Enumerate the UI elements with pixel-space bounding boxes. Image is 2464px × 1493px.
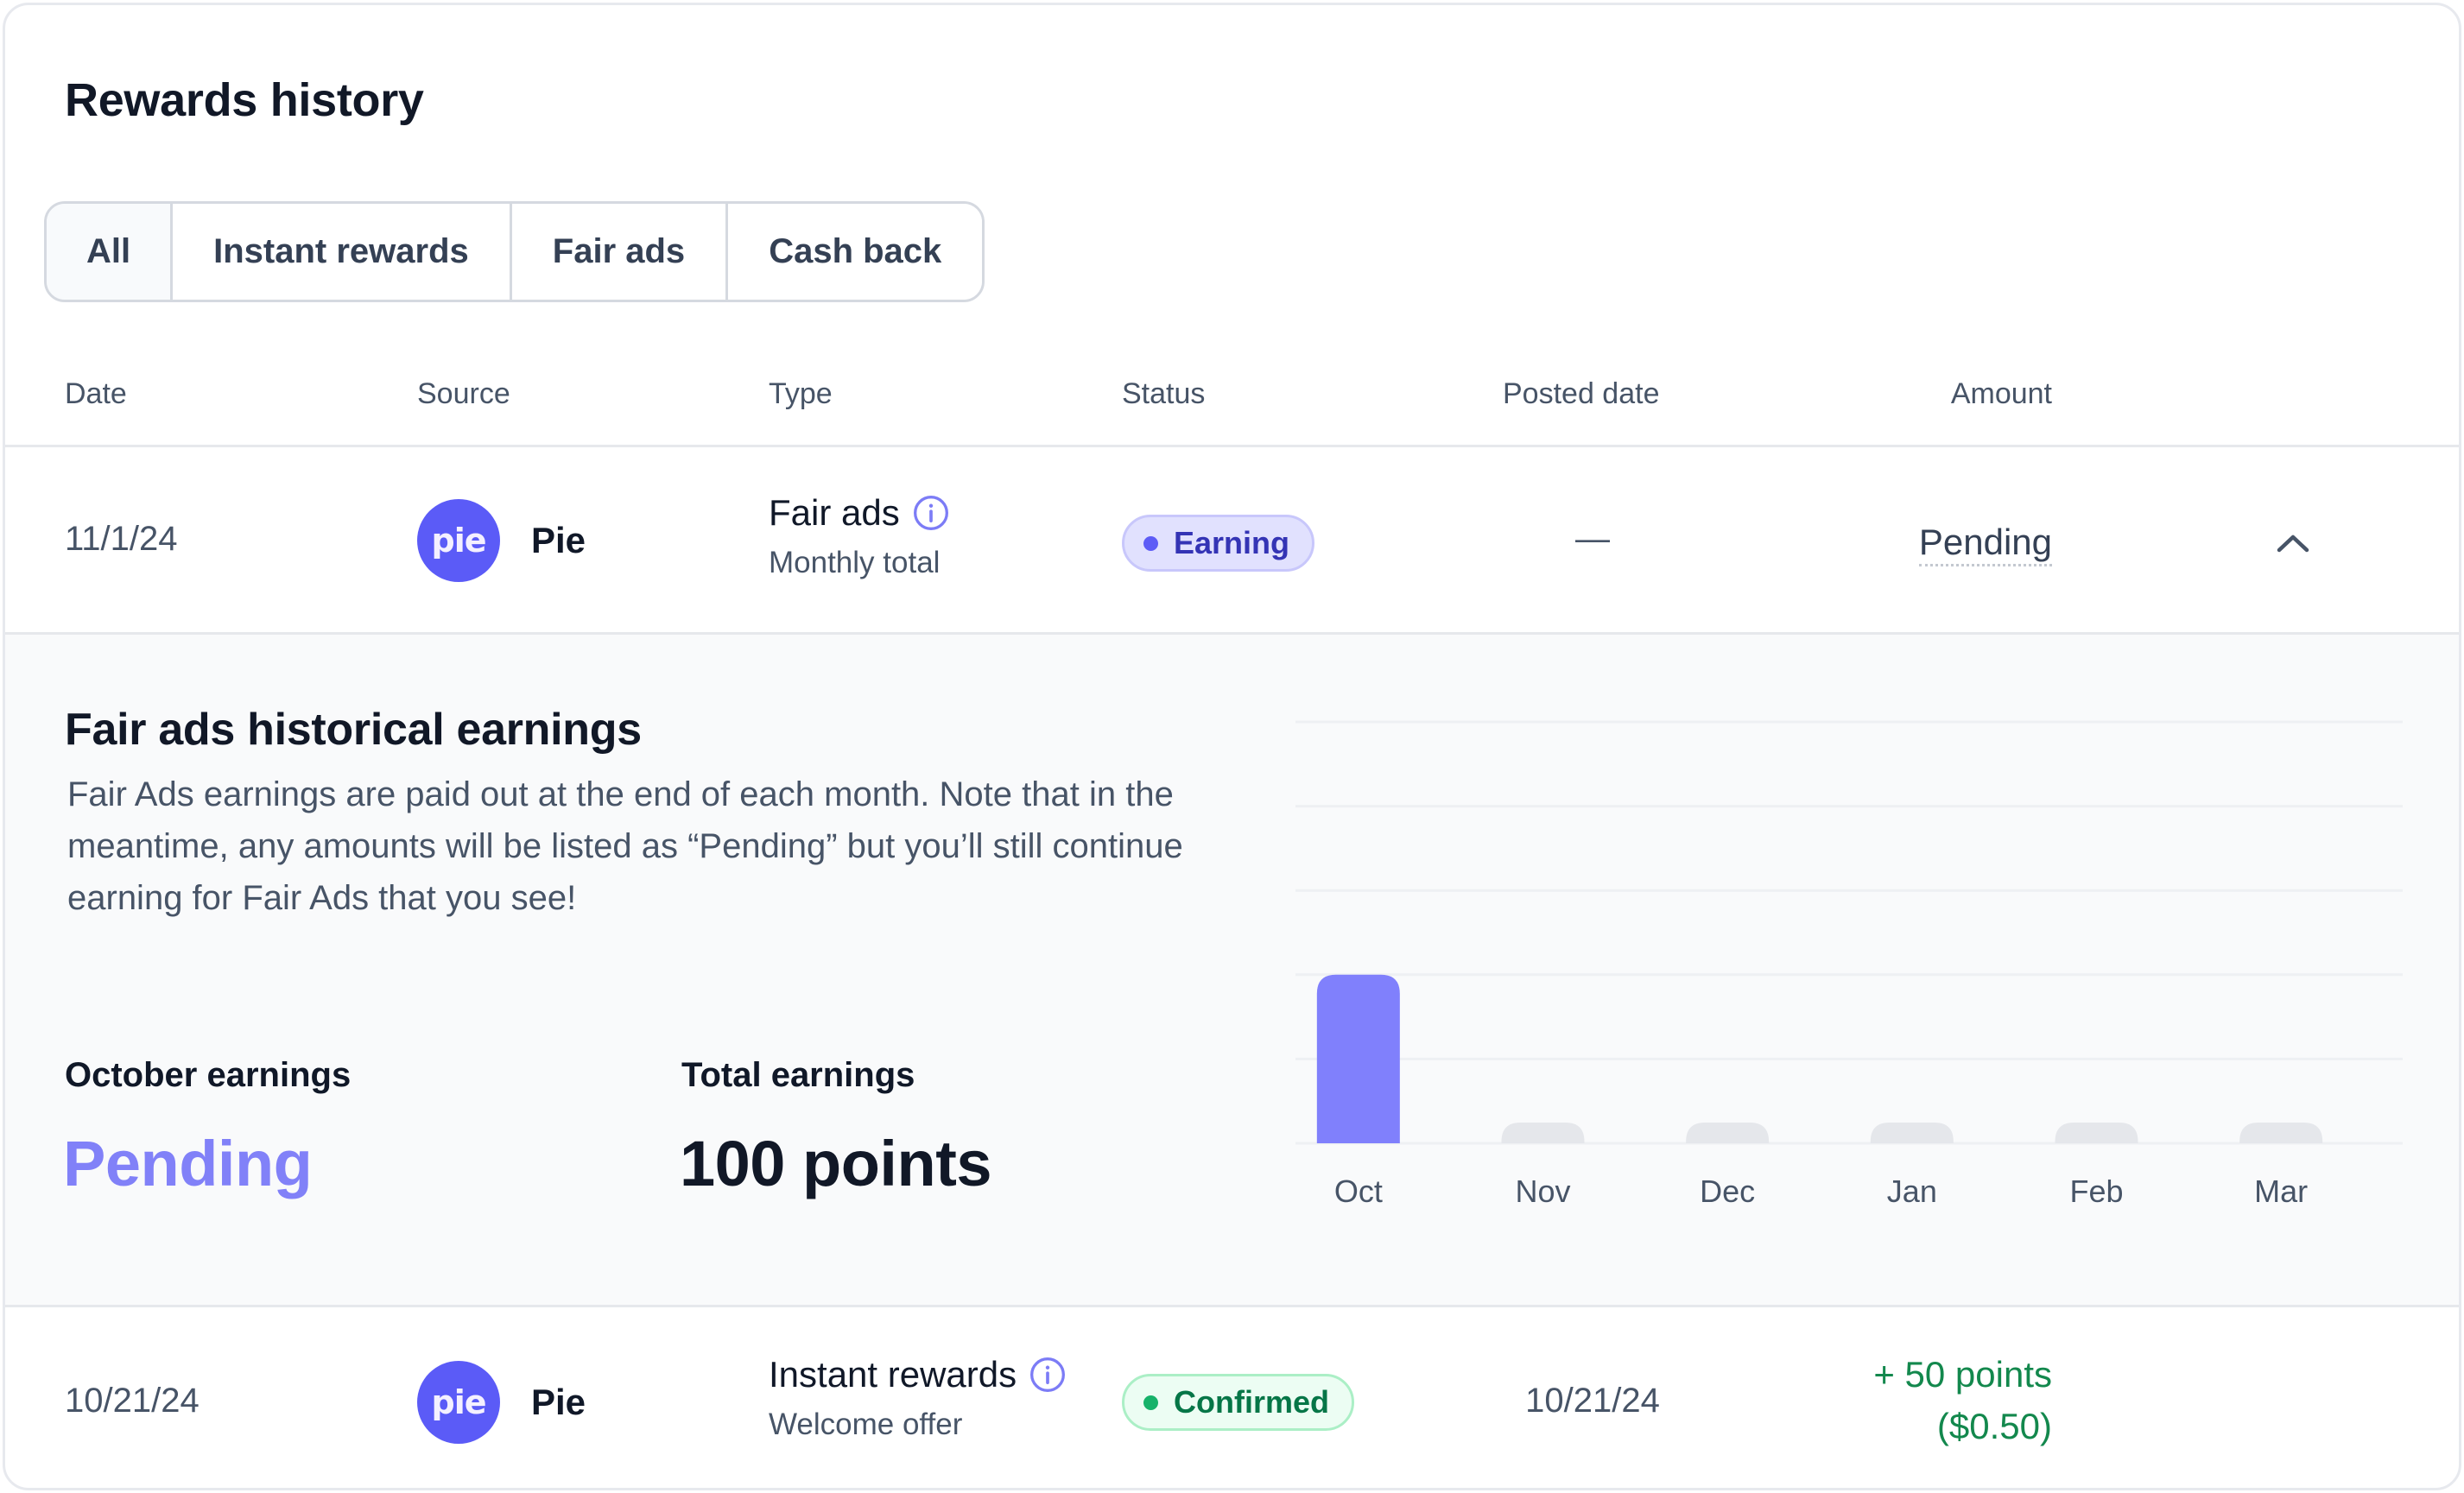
row-posted-date: — <box>1575 520 1610 558</box>
pie-logo-icon: pie <box>417 1361 500 1444</box>
tab-instant-rewards[interactable]: Instant rewards <box>173 204 512 300</box>
status-dot-icon <box>1143 1395 1158 1410</box>
info-icon[interactable] <box>1029 1356 1067 1394</box>
info-icon[interactable] <box>912 494 950 532</box>
row-status: Earning <box>1122 515 1315 572</box>
amount-dollars: ($0.50) <box>1936 1406 2052 1446</box>
column-header-posted-date: Posted date <box>1503 377 1660 410</box>
column-header-date: Date <box>65 377 127 410</box>
total-earnings-label: Total earnings <box>681 1056 915 1094</box>
row-type: Instant rewards Welcome offer <box>769 1352 1067 1444</box>
panel-title: Fair ads historical earnings <box>65 705 642 755</box>
column-header-source: Source <box>417 377 510 410</box>
status-badge: Earning <box>1122 515 1315 572</box>
status-dot-icon <box>1143 535 1158 551</box>
row-source: pie Pie <box>417 499 586 582</box>
chart-bar-placeholder-dec[interactable] <box>1686 1123 1770 1143</box>
column-header-amount: Amount <box>1950 377 2052 410</box>
chevron-up-icon[interactable] <box>2276 533 2310 554</box>
chart-bar-placeholder-jan[interactable] <box>1870 1123 1954 1143</box>
chart-x-label: Nov <box>1515 1174 1570 1209</box>
chart-x-label: Dec <box>1700 1174 1755 1209</box>
column-header-type: Type <box>769 377 833 410</box>
row-amount[interactable]: Pending <box>1707 516 2052 568</box>
chart-x-label: Oct <box>1334 1174 1383 1209</box>
type-sublabel: Monthly total <box>769 546 941 579</box>
row-posted-date: 10/21/24 <box>1525 1382 1660 1420</box>
pie-logo-icon: pie <box>417 499 500 582</box>
row-date: 11/1/24 <box>65 520 178 558</box>
chart-x-label: Feb <box>2069 1174 2123 1209</box>
type-label: Instant rewards <box>769 1354 1017 1395</box>
tab-cash-back[interactable]: Cash back <box>728 204 983 300</box>
status-badge: Confirmed <box>1122 1374 1354 1431</box>
filter-tabs: All Instant rewards Fair ads Cash back <box>44 201 985 302</box>
october-earnings-value: Pending <box>63 1128 313 1199</box>
row-source: pie Pie <box>417 1361 586 1444</box>
status-label: Confirmed <box>1174 1384 1329 1420</box>
tab-all[interactable]: All <box>47 204 174 300</box>
october-earnings-label: October earnings <box>65 1056 352 1094</box>
chart-x-label: Jan <box>1887 1174 1937 1209</box>
chart-bar-placeholder-mar[interactable] <box>2239 1123 2323 1143</box>
panel-description: Fair Ads earnings are paid out at the en… <box>67 775 1183 917</box>
table-row[interactable]: 10/21/24 pie Pie Instant rewards Welcome… <box>5 1307 2459 1488</box>
amount-points: + 50 points <box>1873 1354 2052 1395</box>
table-row[interactable]: 11/1/24 pie Pie Fair ads Monthly total E… <box>5 447 2459 634</box>
row-amount: + 50 points ($0.50) <box>1707 1349 2052 1452</box>
chart-bar-placeholder-feb[interactable] <box>2055 1123 2138 1143</box>
row-type: Fair ads Monthly total <box>769 490 950 582</box>
status-label: Earning <box>1174 525 1290 560</box>
column-header-status: Status <box>1122 377 1206 410</box>
chart-bar-placeholder-nov[interactable] <box>1501 1123 1585 1143</box>
tab-fair-ads[interactable]: Fair ads <box>511 204 729 300</box>
type-sublabel: Welcome offer <box>769 1408 963 1441</box>
amount-pending-tooltip-trigger[interactable]: Pending <box>1918 522 2052 566</box>
source-name: Pie <box>531 520 586 560</box>
source-name: Pie <box>531 1382 586 1422</box>
row-date: 10/21/24 <box>65 1382 200 1420</box>
rewards-history-card: Rewards history All Instant rewards Fair… <box>3 3 2461 1490</box>
type-label: Fair ads <box>769 492 900 533</box>
page-title: Rewards history <box>65 74 424 126</box>
table-header: Date Source Type Status Posted date Amou… <box>5 368 2459 447</box>
chart-bar-oct[interactable] <box>1316 974 1400 1143</box>
chart-x-label: Mar <box>2254 1174 2308 1209</box>
row-status: Confirmed <box>1122 1374 1354 1431</box>
total-earnings-value: 100 points <box>680 1128 992 1199</box>
